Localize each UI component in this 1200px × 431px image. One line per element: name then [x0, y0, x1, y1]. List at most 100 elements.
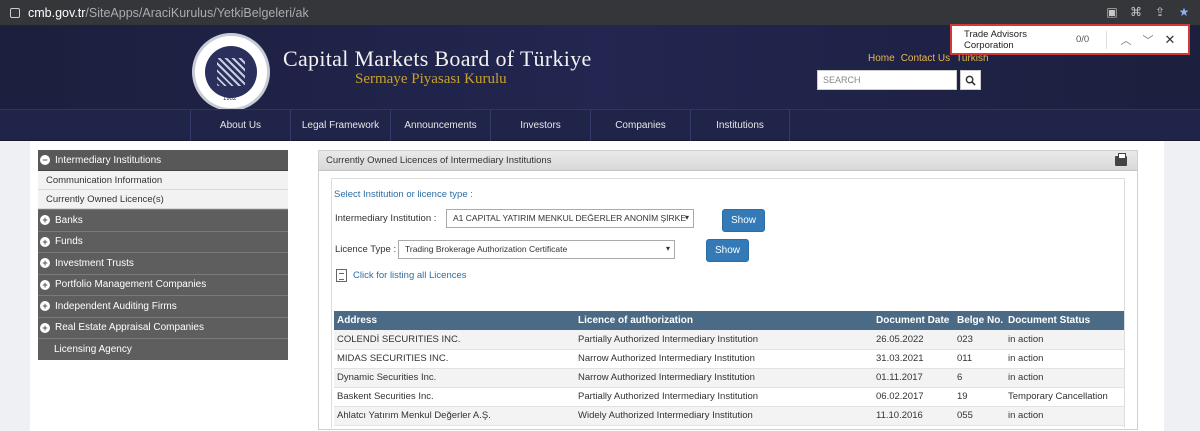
cell-belge-no: 6 — [954, 368, 1005, 388]
cmb-seal-logo[interactable]: 1982 — [192, 33, 270, 111]
site-subtitle: Sermaye Piyasası Kurulu — [355, 71, 507, 87]
find-in-page-bar[interactable]: Trade Advisors Corporation 0/0 ︿ ﹀ ✕ — [950, 24, 1190, 55]
table-row: Baskent Securities Inc. Partially Author… — [334, 387, 1124, 407]
cell-belge-no: 011 — [954, 349, 1005, 369]
sidebar-item-label: Independent Auditing Firms — [55, 300, 177, 312]
nav-legal-framework[interactable]: Legal Framework — [290, 110, 390, 141]
institution-selected-value: A1 CAPITAL YATIRIM MENKUL DEĞERLER ANONİ… — [453, 213, 687, 223]
show-licence-button[interactable]: Show — [706, 239, 749, 262]
print-icon[interactable] — [1115, 153, 1127, 166]
find-divider — [1106, 30, 1107, 49]
sidebar-subitem-currently-owned-licences[interactable]: Currently Owned Licence(s) — [38, 190, 288, 209]
search-input[interactable]: SEARCH — [817, 70, 957, 90]
sidebar-subitem-communication-information[interactable]: Communication Information — [38, 171, 288, 190]
cell-status: in action — [1005, 368, 1124, 388]
panel-header: Currently Owned Licences of Intermediary… — [319, 151, 1137, 171]
sidebar-item-banks[interactable]: + Banks — [38, 209, 288, 231]
cell-licence: Partially Authorized Intermediary Instit… — [575, 387, 873, 407]
minus-circle-icon: − — [40, 155, 50, 165]
translate-icon[interactable]: ⌘ — [1128, 4, 1144, 20]
table-row: Dynamic Securities Inc. Narrow Authorize… — [334, 368, 1124, 388]
select-prompt: Select Institution or licence type : — [334, 189, 473, 200]
nav-investors[interactable]: Investors — [490, 110, 590, 141]
previous-match-icon[interactable]: ︿ — [1115, 32, 1137, 48]
plus-circle-icon: + — [40, 258, 50, 269]
cell-status: Temporary Cancellation — [1005, 387, 1124, 407]
find-match-count: 0/0 — [1076, 34, 1090, 45]
col-header-document-status: Document Status — [1005, 311, 1124, 330]
chevron-down-icon: ▾ — [665, 244, 670, 253]
cell-status: in action — [1005, 349, 1124, 369]
cell-date: 01.11.2017 — [873, 368, 954, 388]
cell-address: COLENDİ SECURITIES INC. — [334, 330, 575, 350]
col-header-licence: Licence of authorization — [575, 311, 873, 330]
licence-type-select[interactable]: Trading Brokerage Authorization Certific… — [398, 240, 675, 259]
col-header-belge-no: Belge No. — [954, 311, 1005, 330]
sidebar-item-real-estate-appraisal[interactable]: + Real Estate Appraisal Companies — [38, 316, 288, 338]
sidebar: − Intermediary Institutions Communicatio… — [38, 150, 288, 360]
seal-year: 1982 — [223, 96, 237, 102]
url-host: cmb.gov.tr — [28, 5, 86, 20]
institution-label: Intermediary Institution : — [335, 213, 437, 224]
col-header-address: Address — [334, 311, 575, 330]
institution-select[interactable]: A1 CAPITAL YATIRIM MENKUL DEĞERLER ANONİ… — [446, 209, 694, 228]
table-row: COLENDİ SECURITIES INC. Partially Author… — [334, 330, 1124, 350]
sidebar-item-investment-trusts[interactable]: + Investment Trusts — [38, 252, 288, 274]
list-all-licences-label: Click for listing all Licences — [353, 270, 467, 281]
cell-status: in action — [1005, 330, 1124, 350]
nav-announcements[interactable]: Announcements — [390, 110, 490, 141]
show-institution-button[interactable]: Show — [722, 209, 765, 232]
sidebar-item-label: Funds — [55, 236, 83, 248]
find-query-input[interactable]: Trade Advisors Corporation — [964, 29, 1076, 51]
search-button[interactable] — [960, 70, 981, 90]
browser-address-bar[interactable]: cmb.gov.tr/SiteApps/AraciKurulus/YetkiBe… — [0, 0, 1200, 25]
sidebar-item-intermediary-institutions[interactable]: − Intermediary Institutions — [38, 150, 288, 171]
contact-us-link[interactable]: Contact Us — [901, 53, 950, 64]
cell-address: Ahlatcı Yatırım Menkul Değerler A.Ş. — [334, 406, 575, 426]
sidebar-item-independent-auditing[interactable]: + Independent Auditing Firms — [38, 295, 288, 317]
cell-belge-no: 055 — [954, 406, 1005, 426]
table-row: Ahlatcı Yatırım Menkul Değerler A.Ş. Wid… — [334, 406, 1124, 426]
plus-circle-icon: + — [40, 301, 50, 312]
cell-address: Baskent Securities Inc. — [334, 387, 575, 407]
licence-type-selected-value: Trading Brokerage Authorization Certific… — [405, 244, 568, 254]
url-path: /SiteApps/AraciKurulus/YetkiBelgeleri/ak — [85, 5, 309, 20]
document-list-icon — [336, 269, 347, 282]
cell-address: MIDAS SECURITIES INC. — [334, 349, 575, 369]
table-row: MIDAS SECURITIES INC. Narrow Authorized … — [334, 349, 1124, 369]
licences-table: Address Licence of authorization Documen… — [334, 311, 1124, 426]
cell-licence: Widely Authorized Intermediary Instituti… — [575, 406, 873, 426]
address-url[interactable]: cmb.gov.tr/SiteApps/AraciKurulus/YetkiBe… — [28, 6, 309, 20]
sidebar-item-licensing-agency[interactable]: Licensing Agency — [38, 338, 288, 360]
licence-type-label: Licence Type : — [335, 244, 397, 255]
site-info-icon[interactable] — [10, 7, 20, 18]
table-header-row: Address Licence of authorization Documen… — [334, 311, 1124, 330]
cell-date: 26.05.2022 — [873, 330, 954, 350]
cell-date: 06.02.2017 — [873, 387, 954, 407]
cell-address: Dynamic Securities Inc. — [334, 368, 575, 388]
nav-institutions[interactable]: Institutions — [690, 110, 790, 141]
site-title[interactable]: Capital Markets Board of Türkiye — [283, 46, 592, 72]
cell-licence: Narrow Authorized Intermediary Instituti… — [575, 368, 873, 388]
sidebar-item-label: Real Estate Appraisal Companies — [55, 322, 204, 334]
cell-date: 31.03.2021 — [873, 349, 954, 369]
close-find-icon[interactable]: ✕ — [1159, 32, 1181, 48]
bookmark-star-icon[interactable]: ★ — [1176, 4, 1192, 20]
plus-circle-icon: + — [40, 236, 50, 247]
sidebar-item-portfolio-management[interactable]: + Portfolio Management Companies — [38, 273, 288, 295]
cell-belge-no: 19 — [954, 387, 1005, 407]
list-all-licences-link[interactable]: Click for listing all Licences — [336, 269, 467, 282]
page-icon[interactable]: ▣ — [1104, 4, 1120, 20]
share-icon[interactable]: ⇪ — [1152, 4, 1168, 20]
cell-licence: Narrow Authorized Intermediary Instituti… — [575, 349, 873, 369]
plus-circle-icon: + — [40, 279, 50, 290]
panel-title: Currently Owned Licences of Intermediary… — [326, 155, 552, 166]
nav-companies[interactable]: Companies — [590, 110, 690, 141]
home-link[interactable]: Home — [868, 53, 895, 64]
plus-circle-icon: + — [40, 322, 50, 333]
nav-about-us[interactable]: About Us — [190, 110, 290, 141]
sidebar-item-funds[interactable]: + Funds — [38, 230, 288, 252]
main-nav: About Us Legal Framework Announcements I… — [0, 109, 1200, 141]
next-match-icon[interactable]: ﹀ — [1137, 32, 1159, 48]
cell-date: 11.10.2016 — [873, 406, 954, 426]
